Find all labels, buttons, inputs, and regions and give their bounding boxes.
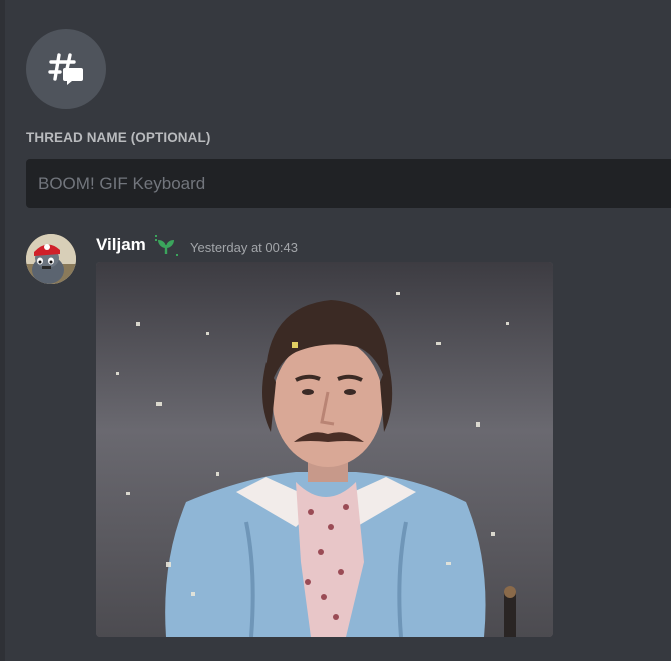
- left-edge-divider: [0, 0, 5, 661]
- avatar[interactable]: [26, 234, 76, 284]
- message-timestamp: Yesterday at 00:43: [190, 240, 298, 255]
- message-author[interactable]: Viljam: [96, 235, 146, 255]
- gif-image: [96, 262, 553, 637]
- thread-create-panel: THREAD NAME (OPTIONAL) Viljam Yesterd: [0, 0, 671, 661]
- avatar-image: [26, 234, 76, 284]
- gif-attachment[interactable]: [96, 262, 553, 637]
- thread-name-input[interactable]: [26, 159, 671, 208]
- thread-hash-chat-icon: [48, 53, 83, 85]
- sprout-badge-icon[interactable]: [154, 234, 180, 258]
- thread-name-label: THREAD NAME (OPTIONAL): [26, 130, 211, 145]
- thread-icon: [26, 29, 106, 109]
